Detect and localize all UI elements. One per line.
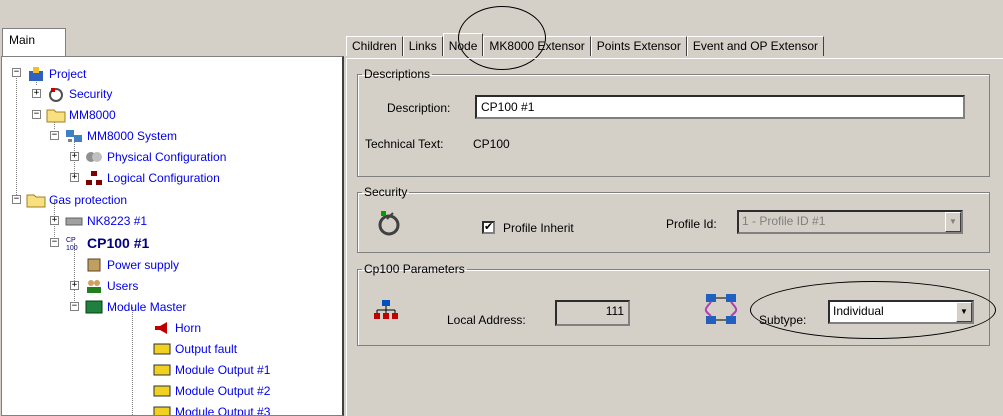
local-address-label: Local Address:: [447, 313, 526, 327]
project-icon: [26, 65, 46, 83]
profile-id-select[interactable]: 1 - Profile ID #1 ▼: [737, 210, 963, 234]
annotation-circle-subtype: [750, 281, 996, 339]
group-title: Cp100 Parameters: [364, 262, 465, 276]
output-icon: [152, 382, 172, 400]
tree-view[interactable]: − Project + Security − MM8000 − MM8000 S…: [1, 56, 344, 416]
tree-label: Module Output #1: [175, 362, 271, 377]
tree-label: Module Output #3: [175, 404, 271, 416]
redundant-link-icon: [704, 292, 740, 328]
tree-item-gas-protection[interactable]: Gas protection: [26, 189, 127, 210]
tree-label: Power supply: [107, 257, 180, 272]
descriptions-group: Descriptions: [357, 67, 990, 177]
tab-event-op-extensor[interactable]: Event and OP Extensor: [686, 36, 825, 56]
tree-connector: [132, 307, 133, 415]
profile-inherit-checkbox[interactable]: ✔: [482, 221, 495, 234]
collapse-toggle[interactable]: −: [32, 110, 41, 119]
chevron-down-icon[interactable]: ▼: [945, 212, 961, 232]
collapse-toggle[interactable]: −: [70, 302, 79, 311]
tree-label: MM8000 System: [87, 128, 178, 143]
profile-id-label: Profile Id:: [666, 217, 717, 231]
expand-toggle[interactable]: +: [70, 281, 79, 290]
tree-connector: [16, 75, 17, 203]
tree-label: MM8000: [69, 107, 116, 122]
horn-icon: [152, 319, 172, 337]
tree-label: Gas protection: [49, 192, 128, 207]
tree-item-module-output-2[interactable]: Module Output #2: [152, 380, 270, 401]
right-pane: Children Links Node MK8000 Extensor Poin…: [346, 0, 1003, 416]
tree-item-horn[interactable]: Horn: [152, 317, 201, 338]
svg-text:100: 100: [66, 245, 78, 252]
power-supply-icon: [84, 256, 104, 274]
collapse-toggle[interactable]: −: [12, 68, 21, 77]
technical-text-label: Technical Text:: [365, 137, 444, 151]
description-input[interactable]: [475, 95, 965, 119]
technical-text-value: CP100: [473, 137, 510, 151]
tree-item-mm8000[interactable]: MM8000: [46, 104, 116, 125]
tree-item-cp100[interactable]: CP 100 CP100 #1: [64, 232, 149, 253]
tree-item-module-output-3[interactable]: Module Output #3: [152, 401, 271, 416]
tree-item-nk8223[interactable]: NK8223 #1: [64, 210, 147, 231]
tree-label: CP100 #1: [87, 234, 150, 251]
svg-text:CP: CP: [66, 237, 76, 244]
tree-item-output-fault[interactable]: Output fault: [152, 338, 237, 359]
tree-item-project[interactable]: Project: [26, 63, 86, 84]
local-address-field: 111: [555, 300, 630, 326]
tree-item-security[interactable]: Security: [46, 83, 112, 104]
collapse-toggle[interactable]: −: [12, 195, 21, 204]
group-title: Descriptions: [364, 67, 431, 81]
expand-toggle[interactable]: +: [50, 216, 59, 225]
tree-item-module-master[interactable]: Module Master: [84, 296, 186, 317]
left-pane: Main − Project + Security − MM8000 − MM8…: [0, 0, 346, 416]
collapse-toggle[interactable]: −: [50, 131, 59, 140]
cp100-icon: CP 100: [64, 234, 84, 252]
output-icon: [152, 361, 172, 379]
tree-label: Output fault: [175, 341, 238, 356]
tree-label: Physical Configuration: [107, 149, 227, 164]
tree-label: Horn: [175, 320, 202, 335]
security-icon: [375, 207, 403, 237]
tree-item-physical-config[interactable]: Physical Configuration: [84, 146, 226, 167]
device-icon: [64, 212, 84, 230]
physical-config-icon: [84, 148, 104, 166]
tree-item-module-output-1[interactable]: Module Output #1: [152, 359, 270, 380]
tree-item-power-supply[interactable]: Power supply: [84, 254, 179, 275]
network-tree-icon: [373, 299, 399, 323]
tree-label: Security: [69, 86, 113, 101]
tab-strip: Children Links Node MK8000 Extensor Poin…: [346, 33, 825, 58]
module-icon: [84, 298, 104, 316]
tree-item-mm8000-system[interactable]: MM8000 System: [64, 125, 177, 146]
tree-label: NK8223 #1: [87, 213, 148, 228]
expand-toggle[interactable]: +: [32, 89, 41, 98]
tab-links[interactable]: Links: [402, 36, 443, 56]
security-icon: [46, 85, 66, 103]
output-icon: [152, 340, 172, 358]
logical-config-icon: [84, 169, 104, 187]
expand-toggle[interactable]: +: [70, 173, 79, 182]
tree-label: Project: [49, 66, 87, 81]
users-icon: [84, 277, 104, 295]
tab-children[interactable]: Children: [346, 36, 403, 56]
tree-label: Module Master: [107, 299, 187, 314]
tree-label: Module Output #2: [175, 383, 271, 398]
tab-main[interactable]: Main: [2, 28, 66, 56]
tree-item-users[interactable]: Users: [84, 275, 138, 296]
output-icon: [152, 403, 172, 415]
profile-id-value: 1 - Profile ID #1: [742, 214, 826, 228]
tab-points-extensor[interactable]: Points Extensor: [590, 36, 687, 56]
description-label: Description:: [387, 101, 451, 115]
tree-item-logical-config[interactable]: Logical Configuration: [84, 167, 220, 188]
profile-inherit-label: Profile Inherit: [503, 221, 574, 235]
system-icon: [64, 127, 84, 145]
group-title: Security: [364, 185, 408, 199]
collapse-toggle[interactable]: −: [50, 238, 59, 247]
expand-toggle[interactable]: +: [70, 152, 79, 161]
tree-label: Users: [107, 278, 139, 293]
folder-icon: [46, 106, 66, 124]
tree-label: Logical Configuration: [107, 170, 220, 185]
folder-icon: [26, 191, 46, 209]
node-tab-page: Descriptions Description: Technical Text…: [346, 58, 1003, 416]
